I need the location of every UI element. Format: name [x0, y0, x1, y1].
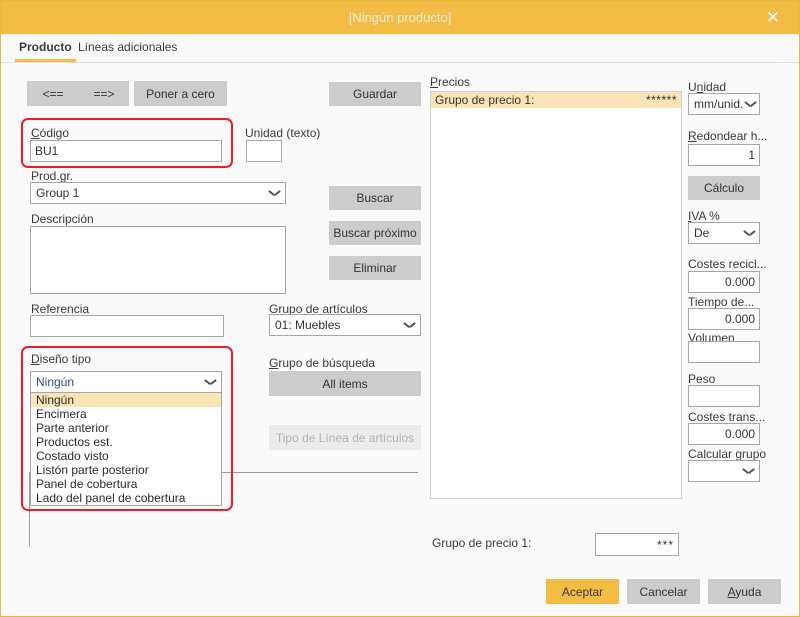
reset-label: Poner a cero	[146, 87, 215, 101]
diseno-tipo-label: Diseño tipo	[31, 352, 91, 366]
buscar-label: Buscar	[356, 191, 393, 205]
tab-strip: Producto Líneas adicionales	[1, 34, 799, 63]
guardar-button[interactable]: Guardar	[329, 82, 421, 106]
buscar-proximo-label: Buscar próximo	[333, 226, 416, 240]
volumen-input[interactable]	[688, 341, 760, 363]
grupo-precio-bottom-label: Grupo de precio 1:	[432, 536, 531, 550]
diseno-tipo-combobox[interactable]: Ningún	[30, 371, 222, 393]
calculo-button[interactable]: Cálculo	[688, 176, 760, 200]
window-title: [Ningún producto]	[1, 1, 799, 34]
costes-recicl-input[interactable]	[688, 271, 760, 293]
grupo-precio-input[interactable]	[595, 533, 679, 556]
diseno-tipo-dropdown-list[interactable]: NingúnEncimeraParte anteriorProductos es…	[30, 392, 222, 506]
dropdown-option[interactable]: Parte anterior	[31, 421, 221, 435]
chevron-down-icon	[404, 322, 415, 328]
peso-input[interactable]	[688, 385, 760, 407]
prodgr-label: Prod.gr.	[31, 169, 73, 183]
eliminar-button[interactable]: Eliminar	[329, 256, 421, 280]
descripcion-label: Descripción	[31, 212, 94, 226]
diseno-tipo-value: Ningún	[36, 372, 74, 392]
codigo-input[interactable]	[30, 140, 222, 162]
prev-record-button[interactable]: <==	[27, 81, 79, 106]
dropdown-option[interactable]: Encimera	[31, 407, 221, 421]
dropdown-option[interactable]: Ningún	[31, 393, 221, 407]
grupo-articulos-value: 01: Muebles	[275, 315, 340, 335]
next-record-label: ==>	[93, 87, 114, 101]
precios-listbox[interactable]: Grupo de precio 1: ******	[430, 91, 682, 499]
aceptar-button[interactable]: Aceptar	[546, 579, 619, 604]
tipo-linea-articulos-label: Tipo de Línea de artículos	[276, 431, 414, 445]
dropdown-option[interactable]: Lado del panel de cobertura	[31, 491, 221, 505]
chevron-down-icon	[269, 190, 280, 196]
grupo-busqueda-label: Grupo de búsqueda	[269, 356, 375, 370]
chevron-down-icon	[205, 379, 216, 385]
buscar-proximo-button[interactable]: Buscar próximo	[329, 221, 421, 245]
peso-label: Peso	[688, 372, 715, 386]
chevron-down-icon	[744, 230, 755, 236]
unidad-texto-input[interactable]	[246, 140, 282, 162]
precios-row[interactable]: Grupo de precio 1: ******	[431, 92, 681, 108]
dropdown-option[interactable]: Panel de cobertura	[31, 477, 221, 491]
precios-row-name: Grupo de precio 1:	[435, 92, 534, 108]
all-items-button[interactable]: All items	[269, 371, 421, 396]
costes-recicl-label: Costes recicl...	[688, 257, 767, 271]
precios-row-value: ******	[646, 92, 677, 108]
descripcion-textarea[interactable]	[30, 226, 286, 294]
iva-combobox[interactable]: De	[688, 222, 760, 244]
reset-button[interactable]: Poner a cero	[134, 81, 227, 106]
codigo-label-text: ódigo	[40, 126, 69, 140]
next-record-button[interactable]: ==>	[79, 81, 129, 106]
referencia-input[interactable]	[30, 315, 224, 337]
dropdown-option[interactable]: Listón parte posterior	[31, 463, 221, 477]
tab-lineas-adicionales[interactable]: Líneas adicionales	[74, 34, 181, 63]
dropdown-option[interactable]: Productos est.	[31, 435, 221, 449]
cancelar-label: Cancelar	[639, 585, 687, 599]
precios-label: Precios	[430, 75, 470, 89]
ayuda-label: Ayuda	[728, 585, 762, 599]
unidad-texto-label: Unidad (texto)	[245, 126, 320, 140]
tiempo-label: Tiempo de...	[688, 295, 754, 309]
unidad-value: mm/unid.	[694, 94, 743, 114]
iva-value: De	[694, 223, 709, 243]
costes-trans-label: Costes trans...	[688, 410, 765, 424]
prodgr-value: Group 1	[36, 183, 79, 203]
dropdown-option[interactable]: Costado visto	[31, 449, 221, 463]
iva-label: IVA %	[688, 209, 720, 223]
calculo-label: Cálculo	[704, 181, 744, 195]
tiempo-input[interactable]	[688, 308, 760, 330]
calcular-grupo-label: Calcular grupo	[688, 447, 766, 461]
close-icon[interactable]: ✕	[757, 1, 789, 34]
costes-trans-input[interactable]	[688, 423, 760, 445]
buscar-button[interactable]: Buscar	[329, 186, 421, 210]
title-bar: [Ningún producto] ✕	[1, 1, 799, 34]
referencia-label: Referencia	[31, 302, 89, 316]
codigo-label: Código	[31, 126, 69, 140]
eliminar-label: Eliminar	[353, 261, 396, 275]
prodgr-combobox[interactable]: Group 1	[30, 182, 286, 204]
tipo-linea-articulos-button: Tipo de Línea de artículos	[269, 425, 421, 450]
redondear-input[interactable]	[688, 144, 760, 166]
tab-producto[interactable]: Producto	[15, 34, 76, 63]
product-dialog: [Ningún producto] ✕ Producto Líneas adic…	[0, 0, 800, 617]
all-items-label: All items	[322, 377, 367, 391]
guardar-label: Guardar	[353, 87, 397, 101]
calcular-grupo-combobox[interactable]	[688, 460, 760, 482]
prev-record-label: <==	[42, 87, 63, 101]
ayuda-button[interactable]: Ayuda	[708, 579, 781, 604]
unidad-combobox[interactable]: mm/unid.	[688, 93, 760, 115]
chevron-down-icon	[743, 468, 754, 474]
unidad-label: Unidad	[688, 80, 726, 94]
grupo-articulos-combobox[interactable]: 01: Muebles	[269, 314, 421, 336]
redondear-label: Redondear h...	[688, 129, 767, 143]
aceptar-label: Aceptar	[562, 585, 603, 599]
chevron-down-icon	[745, 101, 756, 107]
cancelar-button[interactable]: Cancelar	[627, 579, 700, 604]
